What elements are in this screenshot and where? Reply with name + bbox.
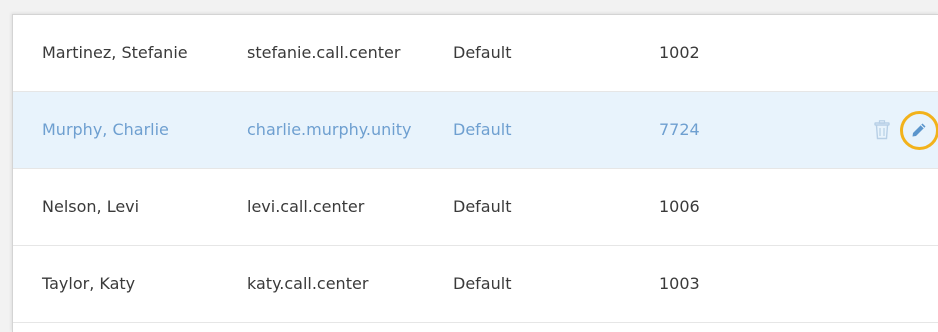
table-row[interactable]: Nelson, Levi levi.call.center Default 10…: [13, 169, 938, 246]
table-row-selected[interactable]: Murphy, Charlie charlie.murphy.unity Def…: [13, 92, 938, 169]
user-group: Default: [453, 274, 512, 293]
user-group: Default: [453, 43, 512, 62]
user-username: charlie.murphy.unity: [247, 120, 412, 139]
user-username: katy.call.center: [247, 274, 369, 293]
user-extension: 1002: [659, 43, 700, 62]
users-table: Martinez, Stefanie stefanie.call.center …: [12, 14, 938, 332]
user-username: stefanie.call.center: [247, 43, 401, 62]
edit-button[interactable]: [899, 110, 938, 150]
trash-icon[interactable]: [869, 117, 895, 143]
user-group: Default: [453, 197, 512, 216]
user-name: Taylor, Katy: [42, 274, 136, 293]
table-row[interactable]: Martinez, Stefanie stefanie.call.center …: [13, 15, 938, 92]
table-row[interactable]: Taylor, Katy katy.call.center Default 10…: [13, 246, 938, 323]
user-group: Default: [453, 120, 512, 139]
user-name: Martinez, Stefanie: [42, 43, 188, 62]
user-extension: 7724: [659, 120, 700, 139]
user-extension: 1006: [659, 197, 700, 216]
user-username: levi.call.center: [247, 197, 365, 216]
user-name: Murphy, Charlie: [42, 120, 169, 139]
row-actions: [869, 92, 938, 168]
user-name: Nelson, Levi: [42, 197, 140, 216]
user-extension: 1003: [659, 274, 700, 293]
pencil-icon: [910, 121, 928, 139]
